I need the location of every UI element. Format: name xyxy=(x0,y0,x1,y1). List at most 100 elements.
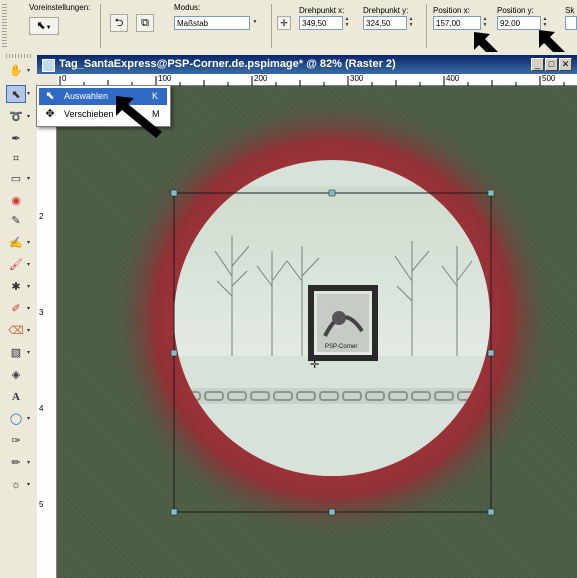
pointer-icon: ⬉ xyxy=(45,90,55,102)
toolbar-grip[interactable] xyxy=(2,2,7,48)
ruler-label: 500 xyxy=(542,74,556,83)
eraser-tool[interactable]: ⌫ xyxy=(6,322,26,340)
pen-tool[interactable]: ✑ xyxy=(6,432,26,450)
pick-tool-flyout[interactable]: ▾ xyxy=(27,85,33,103)
hand-icon: ✋ xyxy=(9,65,23,77)
clone-tool-flyout[interactable]: ▾ xyxy=(27,234,33,252)
handle-bottom-left[interactable] xyxy=(170,508,178,516)
shape-tool-flyout[interactable]: ▾ xyxy=(27,410,33,428)
transform-button[interactable]: ⧉ xyxy=(136,14,154,32)
picture-tube-tool[interactable]: ◈ xyxy=(6,366,26,384)
pivot-y-value: 324,50 xyxy=(366,19,391,28)
minimize-icon: _ xyxy=(534,59,540,69)
clone-tool[interactable]: ✍ xyxy=(6,234,26,252)
chevron-down-icon: ▼ xyxy=(252,19,258,25)
warp-brush-flyout[interactable]: ▾ xyxy=(27,454,33,472)
pan-tool-flyout[interactable]: ▾ xyxy=(27,62,33,80)
deform-tool[interactable]: ▭ xyxy=(6,170,26,188)
fill-tool-flyout[interactable]: ▾ xyxy=(27,344,33,362)
mode-label: Modus: xyxy=(174,3,201,12)
eraser-tool-flyout[interactable]: ▾ xyxy=(27,322,33,340)
maximize-button[interactable]: □ xyxy=(545,58,558,71)
dodge-icon: ✱ xyxy=(11,281,21,293)
crosshair-icon: ✛ xyxy=(280,18,288,28)
photo-caption: PSP-Corner xyxy=(325,344,357,350)
tube-icon: ◈ xyxy=(11,369,21,381)
annotation-arrow-icon xyxy=(116,96,162,138)
position-x-label: Position x: xyxy=(433,6,470,15)
image-canvas[interactable]: PSP-Corner ✛ xyxy=(57,86,577,578)
paint-brush-flyout[interactable]: ▾ xyxy=(27,256,33,274)
paint-brush-tool[interactable]: 🖌 xyxy=(6,256,26,274)
vertical-ruler: 1 2 3 4 5 xyxy=(37,86,57,578)
document-titlebar[interactable]: Tag_SantaExpress@PSP-Corner.de.pspimage*… xyxy=(37,55,577,74)
pointer-icon: ⬉ xyxy=(11,89,21,101)
ruler-label: 100 xyxy=(158,74,172,83)
text-tool[interactable]: A xyxy=(6,388,26,406)
toolbar-separator xyxy=(426,4,427,48)
close-button[interactable]: ✕ xyxy=(559,58,572,71)
handle-bottom-right[interactable] xyxy=(487,508,495,516)
handle-right[interactable] xyxy=(487,349,495,357)
paint-bucket-icon: ▧ xyxy=(10,347,22,359)
pick-tool[interactable]: ⬉ xyxy=(6,85,26,103)
eye-icon: ◉ xyxy=(11,195,21,207)
truncated-label: Sk xyxy=(565,6,575,15)
paintbrush-icon: 🖌 xyxy=(9,259,23,271)
handle-bottom[interactable] xyxy=(328,508,336,516)
menu-item-label: Auswahlen xyxy=(64,91,109,101)
presets-dropdown[interactable]: ⬉▼ xyxy=(29,17,59,35)
mode-select[interactable]: Maßstab xyxy=(174,16,260,30)
position-y-label: Position y: xyxy=(497,6,534,15)
handle-left[interactable] xyxy=(170,349,178,357)
pen-icon: ✑ xyxy=(11,435,21,447)
eyedropper-tool[interactable]: ✒ xyxy=(6,130,26,148)
maximize-icon: □ xyxy=(548,59,555,69)
brush-icon: ✎ xyxy=(11,215,21,227)
handle-top-left[interactable] xyxy=(170,189,178,197)
ruler-label: 2 xyxy=(39,212,44,221)
handle-top-right[interactable] xyxy=(487,189,495,197)
art-media-tool[interactable]: ☼ xyxy=(6,476,26,494)
toolbar-separator xyxy=(100,4,101,48)
dodge-tool[interactable]: ✱ xyxy=(6,278,26,296)
transform-icon: ⧉ xyxy=(141,17,149,29)
crop-tool[interactable]: ⌗ xyxy=(6,150,26,168)
pivot-button[interactable]: ✛ xyxy=(277,16,291,30)
smudge-tool[interactable]: ✐ xyxy=(6,300,26,318)
pivot-y-spinner[interactable]: ▲ ▼ xyxy=(406,16,415,30)
ruler-label: 200 xyxy=(254,74,268,83)
handle-top[interactable] xyxy=(328,189,336,197)
ruler-label: 400 xyxy=(446,74,460,83)
deform-tool-flyout[interactable]: ▾ xyxy=(27,170,33,188)
art-media-icon: ☼ xyxy=(10,479,22,491)
art-media-flyout[interactable]: ▾ xyxy=(27,476,33,494)
smudge-icon: ✐ xyxy=(11,303,21,315)
mode-value: Maßstab xyxy=(177,19,209,28)
text-icon: A xyxy=(12,391,20,403)
tools-palette: ✋ ▾ ⬉ ▾ ➰ ▾ ✒ ⌗ ▭ ▾ ◉ ✎ ✍ ▾ 🖌 ▾ ✱ ▾ ✐ ▾ … xyxy=(0,52,38,578)
lasso-tool[interactable]: ➰ xyxy=(6,108,26,126)
pivot-x-label: Drehpunkt x: xyxy=(299,6,345,15)
pan-tool[interactable]: ✋ xyxy=(6,62,26,80)
smudge-tool-flyout[interactable]: ▾ xyxy=(27,300,33,318)
pivot-x-spinner[interactable]: ▲ ▼ xyxy=(342,16,351,30)
fill-tool[interactable]: ▧ xyxy=(6,344,26,362)
ruler-label: 3 xyxy=(39,308,44,317)
dodge-tool-flyout[interactable]: ▾ xyxy=(27,278,33,296)
shape-tool[interactable]: ◯ xyxy=(6,410,26,428)
reset-icon: ⮌ xyxy=(114,17,124,29)
eyedropper-icon: ✒ xyxy=(11,133,21,145)
pivot-point-icon[interactable]: ✛ xyxy=(310,359,319,371)
makeover-tool[interactable]: ✎ xyxy=(6,212,26,230)
lasso-tool-flyout[interactable]: ▾ xyxy=(27,108,33,126)
document-icon xyxy=(42,59,55,72)
reset-button[interactable]: ⮌ xyxy=(110,14,128,32)
ruler-label: 4 xyxy=(39,404,44,413)
warp-brush-tool[interactable]: ✏ xyxy=(6,454,26,472)
palette-grip[interactable] xyxy=(4,54,32,58)
red-eye-tool[interactable]: ◉ xyxy=(6,192,26,210)
mode-dropdown-button[interactable]: ▼ xyxy=(249,16,260,30)
minimize-button[interactable]: _ xyxy=(531,58,544,71)
eraser-icon: ⌫ xyxy=(8,325,24,337)
